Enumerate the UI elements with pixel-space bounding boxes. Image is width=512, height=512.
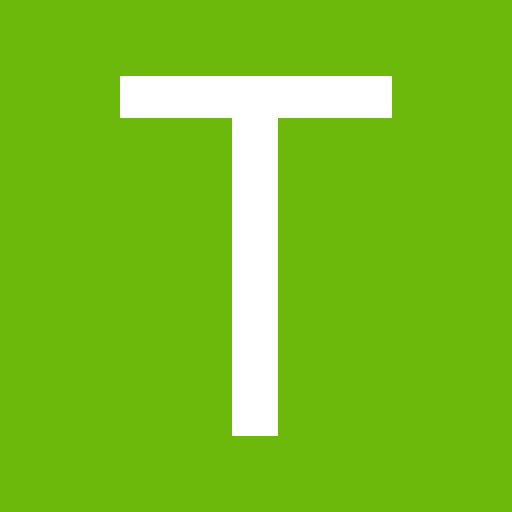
letter-stem (232, 114, 278, 436)
letter-tile (0, 0, 512, 512)
t-letter-icon (120, 76, 392, 436)
letter-crossbar (120, 76, 392, 118)
